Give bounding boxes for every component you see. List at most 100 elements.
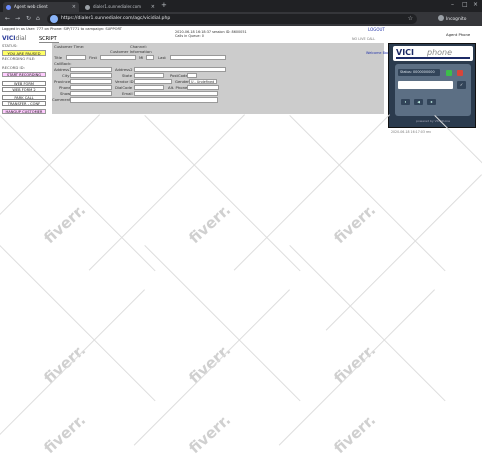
address2-field[interactable] <box>134 67 226 72</box>
last-label: Last <box>158 55 166 60</box>
tab-label: dialer1.sunnedialer.com <box>93 4 142 9</box>
browser-tab-bar: Agent web client × dialer1.sunnedialer.c… <box>0 0 482 12</box>
start-recording-button[interactable]: START RECORDING <box>2 72 46 77</box>
softphone-status: Status: 0000000000 <box>398 69 440 76</box>
viciphone-logo: VICI phone <box>393 46 473 61</box>
first-label: First <box>89 55 97 60</box>
maximize-icon[interactable]: □ <box>462 1 468 8</box>
new-tab-button[interactable]: + <box>161 1 167 9</box>
show-label: Show <box>60 91 71 96</box>
incognito-icon <box>438 15 444 21</box>
title-label: Title <box>54 55 63 60</box>
web-form-button[interactable]: WEB FORM <box>2 81 46 86</box>
close-tab-icon[interactable]: × <box>72 2 76 12</box>
forward-arrow-icon[interactable]: → <box>15 15 20 22</box>
logo-underline <box>396 57 470 59</box>
close-tab-icon[interactable]: × <box>151 2 155 12</box>
script-tab[interactable]: SCRIPT <box>39 35 59 43</box>
logo-vici: VICI <box>2 35 16 42</box>
customer-information-heading: Customer Information <box>110 49 152 54</box>
vicidial-favicon-icon <box>6 5 11 10</box>
call-hangup-icon[interactable] <box>457 70 463 76</box>
address-bar[interactable]: https://dialer1.sunnedialer.com/agc/vici… <box>47 14 417 24</box>
dialcode-label: DialCode <box>115 85 133 90</box>
postcode-label: PostCode <box>170 73 188 78</box>
alt-phone-label: Alt. Phone <box>168 85 188 90</box>
softphone-panel: VICI phone Status: 0000000000 ✓ ⏸ ◀ ⏹ po… <box>388 43 476 128</box>
gender-value: U - Undefined <box>191 80 215 84</box>
vendor-id-field[interactable] <box>134 79 172 84</box>
email-label: Email <box>122 91 133 96</box>
vendor-id-label: Vendor ID <box>115 79 134 84</box>
web-form-2-button[interactable]: WEB FORM 2 <box>2 87 46 92</box>
bookmark-star-icon[interactable]: ☆ <box>408 14 413 24</box>
address2-label: Address2 <box>115 67 133 72</box>
back-arrow-icon[interactable]: ← <box>5 15 10 22</box>
status-label: STATUS: <box>2 43 18 48</box>
browser-tab-dialer[interactable]: dialer1.sunnedialer.com × <box>82 2 158 12</box>
callback-label: CallBack: <box>54 61 72 66</box>
pause-icon[interactable]: ⏸ <box>401 99 410 105</box>
province-label: Province <box>54 79 71 84</box>
phone-label: Phone <box>59 85 71 90</box>
softphone-screen: Status: 0000000000 ✓ ⏸ ◀ ⏹ <box>395 64 471 116</box>
url-text: https://dialer1.sunnedialer.com/agc/vici… <box>61 16 171 21</box>
address1-label: Address1 <box>54 67 72 72</box>
call-answer-icon[interactable] <box>446 70 452 76</box>
close-window-icon[interactable]: × <box>473 1 478 8</box>
city-field[interactable] <box>70 73 112 78</box>
no-live-call-status: NO LIVE CALL <box>352 37 376 41</box>
dial-input[interactable] <box>398 81 453 89</box>
phone-field[interactable] <box>70 85 112 90</box>
alt-phone-field[interactable] <box>187 85 219 90</box>
left-control-column: STATUS: YOU ARE PAUSED RECORDING FILE: R… <box>2 43 52 114</box>
stop-icon[interactable]: ⏹ <box>427 99 436 105</box>
postcode-field[interactable] <box>187 73 197 78</box>
page-favicon-icon <box>85 5 90 10</box>
province-field[interactable] <box>70 79 112 84</box>
browser-toolbar: ← → ↻ ⌂ https://dialer1.sunnedialer.com/… <box>0 12 482 26</box>
logged-in-info: Logged in as User: 777 on Phone: SIP/777… <box>2 27 122 31</box>
address1-field[interactable] <box>70 67 112 72</box>
vicidial-logo: VICIdial <box>2 35 26 42</box>
first-name-field[interactable] <box>100 55 136 60</box>
incognito-profile[interactable]: Incognito <box>438 15 466 22</box>
recording-file-label: RECORDING FILE: <box>2 56 36 61</box>
calls-in-queue: Calls in Queue: 0 <box>175 34 204 38</box>
screen: Agent web client × dialer1.sunnedialer.c… <box>0 0 482 459</box>
transfer-conf-button[interactable]: TRANSFER - CONF <box>2 101 46 106</box>
incognito-label: Incognito <box>446 17 467 22</box>
softphone-version: 2020-06-18 16:17:03 rev <box>391 130 431 134</box>
middle-initial-field[interactable] <box>146 55 154 60</box>
dial-button[interactable]: ✓ <box>457 81 466 89</box>
mi-label: MI <box>139 55 144 60</box>
browser-tab-agent[interactable]: Agent web client × <box>3 2 79 12</box>
site-info-icon[interactable] <box>50 15 58 23</box>
last-name-field[interactable] <box>170 55 226 60</box>
comments-field[interactable] <box>70 97 218 103</box>
agent-phone-label: Agent Phone <box>446 32 471 37</box>
title-field[interactable] <box>66 55 86 60</box>
viciphone-phone: phone <box>427 48 453 57</box>
customer-info-panel: Customer Time: Channel: Customer Informa… <box>52 43 384 114</box>
softphone-footer: powered by VICIphone <box>416 119 450 123</box>
reload-icon[interactable]: ↻ <box>26 15 31 22</box>
volume-icon[interactable]: ◀ <box>414 99 423 105</box>
home-icon[interactable]: ⌂ <box>36 15 40 22</box>
viciphone-vici: VICI <box>396 48 415 57</box>
minimize-icon[interactable]: – <box>451 1 454 8</box>
dialcode-field[interactable] <box>134 85 164 90</box>
state-field[interactable] <box>134 73 164 78</box>
show-field[interactable] <box>70 91 112 96</box>
email-field[interactable] <box>134 91 218 96</box>
vicidial-agent-page: Logged in as User: 777 on Phone: SIP/777… <box>0 26 482 459</box>
customer-time-label: Customer Time: <box>54 44 85 49</box>
hangup-customer-button[interactable]: HANGUP CUSTOMER <box>2 109 46 114</box>
city-label: City <box>62 73 70 78</box>
tab-label: Agent web client <box>14 4 48 9</box>
gender-select[interactable]: U - Undefined ▾ <box>189 79 217 89</box>
logout-link[interactable]: LOGOUT <box>368 27 385 32</box>
park-call-button[interactable]: PARK CALL <box>2 95 46 100</box>
record-id-label: RECORD ID: <box>2 65 25 70</box>
session-info: 2020-06-18 16:18:37 session ID: 8600051 … <box>175 30 247 38</box>
